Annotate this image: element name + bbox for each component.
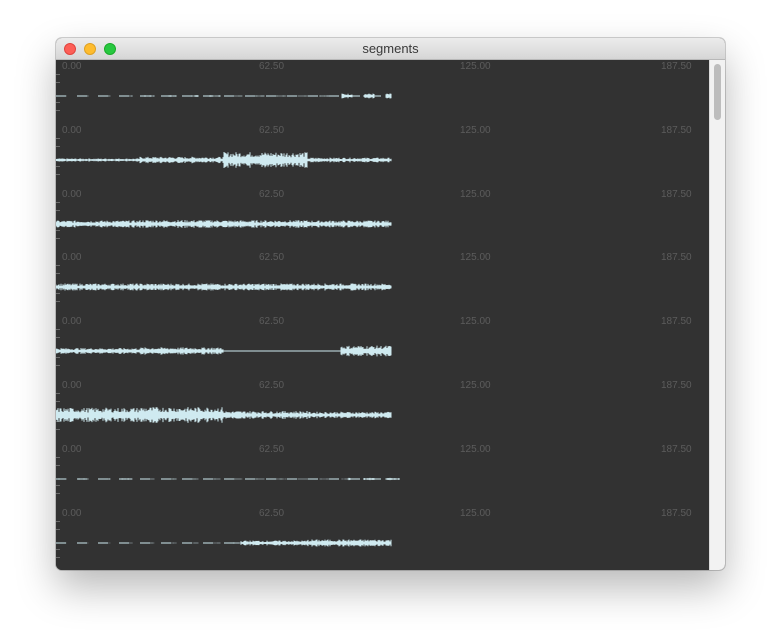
segment-row: 0.00 62.50 125.00 187.50 xyxy=(56,507,709,570)
segment-row: 0.00 62.50 125.00 187.50 xyxy=(56,443,709,507)
vertical-scrollbar[interactable] xyxy=(709,60,725,570)
waveform xyxy=(56,407,392,423)
window-title: segments xyxy=(362,41,419,56)
waveform xyxy=(56,219,392,228)
app-window: segments 0.00 62.50 125.00 187.50 0.00 62.50 1… xyxy=(56,38,725,570)
segments-view[interactable]: 0.00 62.50 125.00 187.50 0.00 62.50 125.00 187.… xyxy=(56,60,709,570)
waveform xyxy=(56,477,400,480)
segment-row: 0.00 62.50 125.00 187.50 xyxy=(56,315,709,379)
waveform xyxy=(56,539,392,547)
scrollbar-thumb[interactable] xyxy=(714,64,721,120)
segment-row: 0.00 62.50 125.00 187.50 xyxy=(56,124,709,188)
waveform xyxy=(56,93,392,99)
waveform xyxy=(56,283,392,291)
segment-row: 0.00 62.50 125.00 187.50 xyxy=(56,60,709,124)
title-bar[interactable]: segments xyxy=(56,38,725,60)
segment-row: 0.00 62.50 125.00 187.50 xyxy=(56,251,709,315)
waveform xyxy=(56,151,392,168)
waveform xyxy=(56,345,392,357)
segment-row: 0.00 62.50 125.00 187.50 xyxy=(56,188,709,252)
segment-row: 0.00 62.50 125.00 187.50 xyxy=(56,379,709,443)
